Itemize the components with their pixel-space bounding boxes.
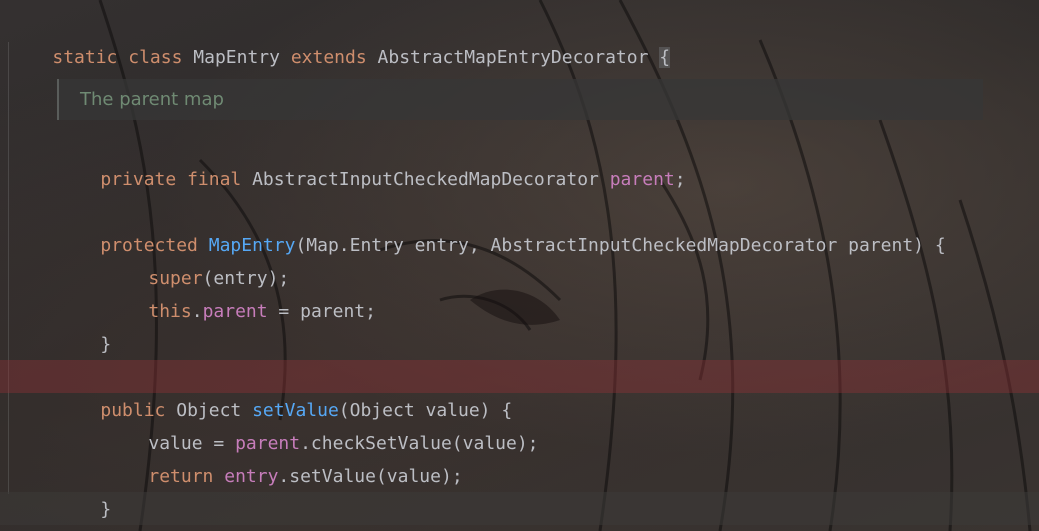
field-name: parent xyxy=(609,169,675,190)
matched-brace-open: { xyxy=(659,47,671,68)
closing-brace: } xyxy=(100,334,112,355)
closing-brace: } xyxy=(100,499,112,520)
method-call: .setValue(value); xyxy=(278,466,463,487)
code-line-class-declaration[interactable]: static class MapEntry extends AbstractMa… xyxy=(9,8,671,68)
code-line-class-close[interactable]: } xyxy=(9,492,64,525)
assignment-rest: = parent; xyxy=(267,301,376,322)
keyword-return: return xyxy=(148,466,214,487)
code-line-setvalue-signature[interactable]: public Object setValue(Object value) { xyxy=(57,361,512,421)
code-line-method-close[interactable]: } xyxy=(57,460,111,520)
code-line-constructor-signature[interactable]: protected MapEntry(Map.Entry entry, Abst… xyxy=(57,196,945,256)
code-editor[interactable]: static class MapEntry extends AbstractMa… xyxy=(0,0,1039,531)
code-line-super-call[interactable]: super(entry); xyxy=(105,229,289,289)
code-line-check-set-value[interactable]: value = parent.checkSetValue(value); xyxy=(105,394,538,454)
code-line-field-assignment[interactable]: this.parent = parent; xyxy=(105,262,376,322)
class-name: MapEntry xyxy=(193,47,280,68)
doc-comment-text: The parent map xyxy=(80,89,224,110)
keyword-static: static xyxy=(52,47,118,68)
indent-guide xyxy=(8,42,9,494)
field-reference-entry: entry xyxy=(224,466,279,487)
code-line-field-declaration[interactable]: private final AbstractInputCheckedMapDec… xyxy=(57,130,685,190)
super-type-name: AbstractMapEntryDecorator xyxy=(377,47,649,68)
constructor-params: (Map.Entry entry, AbstractInputCheckedMa… xyxy=(295,235,946,256)
rendered-doc-comment[interactable]: The parent map xyxy=(57,79,983,120)
keyword-extends: extends xyxy=(290,47,367,68)
keyword-class: class xyxy=(128,47,183,68)
code-line-return[interactable]: return entry.setValue(value); xyxy=(105,427,462,487)
field-reference-parent: parent xyxy=(202,301,268,322)
keyword-final: final xyxy=(187,169,242,190)
current-line-highlight xyxy=(0,492,1039,525)
keyword-this: this xyxy=(148,301,192,322)
code-line-constructor-close[interactable]: } xyxy=(57,295,111,355)
semicolon: ; xyxy=(674,169,686,190)
keyword-private: private xyxy=(100,169,177,190)
field-type: AbstractInputCheckedMapDecorator xyxy=(252,169,599,190)
dot: . xyxy=(191,301,203,322)
